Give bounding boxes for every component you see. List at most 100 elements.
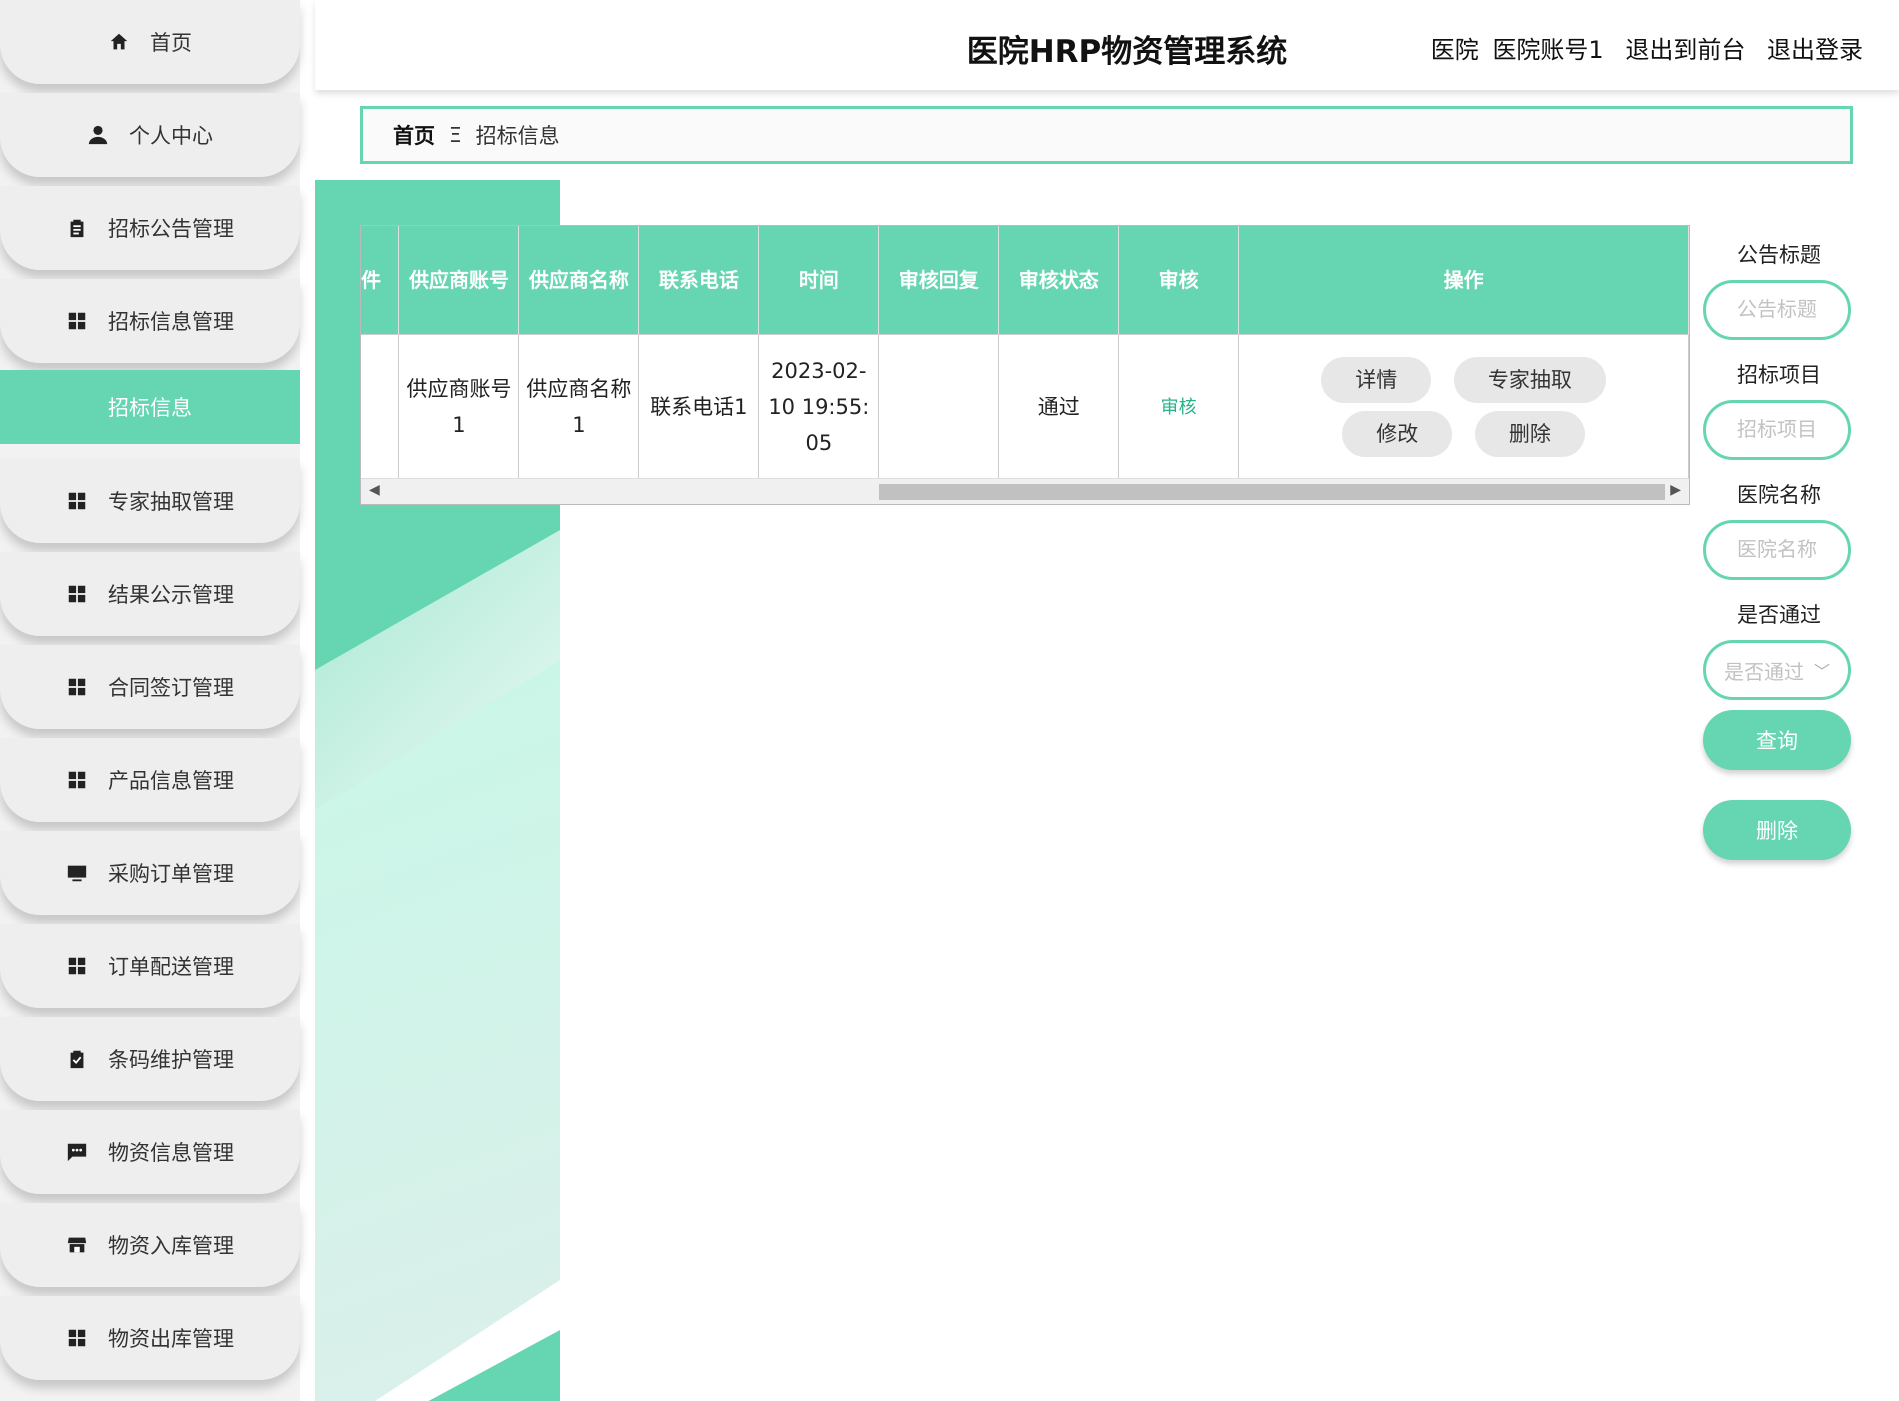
column-header: 供应商账号: [398, 226, 520, 334]
sidebar-item-label: 结果公示管理: [108, 583, 234, 607]
title-input[interactable]: [1703, 280, 1851, 340]
sidebar-item-label: 产品信息管理: [108, 769, 234, 793]
cell-phone: 联系电话1: [638, 333, 760, 479]
pass-select[interactable]: 是否通过 ﹀: [1703, 640, 1851, 700]
grid-icon: [66, 955, 88, 977]
chevron-down-icon: ﹀: [1813, 662, 1830, 681]
home-icon: [108, 31, 130, 53]
exit-to-front-link[interactable]: 退出到前台: [1625, 36, 1745, 64]
sidebar-item-label: 条码维护管理: [108, 1048, 234, 1072]
user-account: 医院账号1: [1492, 36, 1604, 64]
grid-icon: [66, 310, 88, 332]
sidebar-item-label: 物资入库管理: [108, 1234, 234, 1258]
sidebar-item-label: 招标公告管理: [108, 217, 234, 241]
sidebar-item-contract[interactable]: 合同签订管理: [0, 645, 300, 729]
title-label: 公告标题: [1737, 243, 1821, 267]
sidebar-item-profile[interactable]: 个人中心: [0, 93, 300, 177]
user-role: 医院: [1430, 36, 1479, 64]
column-header: 件: [361, 226, 400, 334]
audit-link[interactable]: 审核: [1161, 397, 1197, 418]
sidebar-item-purchase-order[interactable]: 采购订单管理: [0, 831, 300, 915]
chat-icon: [66, 1141, 88, 1163]
grid-icon: [66, 676, 88, 698]
sidebar-item-home[interactable]: 首页: [0, 0, 300, 84]
breadcrumb-separator-icon: Ξ: [449, 123, 462, 147]
pass-label: 是否通过: [1737, 603, 1821, 627]
detail-button[interactable]: 详情: [1321, 356, 1432, 403]
column-header: 操作: [1238, 226, 1689, 334]
sidebar-item-result-publicity[interactable]: 结果公示管理: [0, 552, 300, 636]
sidebar-item-label: 个人中心: [129, 124, 213, 148]
grid-icon: [66, 490, 88, 512]
breadcrumb: 首页 Ξ 招标信息: [360, 106, 1853, 164]
scroll-left-icon[interactable]: ◀: [369, 482, 380, 498]
column-header: 审核状态: [998, 226, 1120, 334]
breadcrumb-home[interactable]: 首页: [393, 120, 435, 150]
sidebar-item-material-info[interactable]: 物资信息管理: [0, 1110, 300, 1194]
user-bar: 医院 医院账号1 退出到前台 退出登录: [1417, 30, 1863, 65]
expert-draw-button[interactable]: 专家抽取: [1453, 356, 1606, 403]
grid-icon: [66, 583, 88, 605]
delete-row-button[interactable]: 删除: [1474, 410, 1585, 457]
sidebar-item-tender-info[interactable]: 招标信息: [0, 370, 300, 444]
sidebar-item-label: 订单配送管理: [108, 955, 234, 979]
table-row: 供应商账号1 供应商名称1 联系电话1 2023-02-10 19:55:05 …: [361, 333, 1689, 479]
user-icon: [87, 124, 109, 146]
sidebar-item-tender-info-mgmt[interactable]: 招标信息管理: [0, 279, 300, 363]
sidebar-item-product[interactable]: 产品信息管理: [0, 738, 300, 822]
horizontal-scrollbar[interactable]: ◀ ▶: [361, 478, 1689, 504]
breadcrumb-current: 招标信息: [475, 124, 560, 148]
sidebar-item-label: 招标信息: [108, 396, 192, 420]
edit-button[interactable]: 修改: [1342, 410, 1453, 457]
sidebar-item-label: 采购订单管理: [108, 862, 234, 886]
pass-select-value: 是否通过: [1723, 659, 1804, 684]
sidebar-item-barcode[interactable]: 条码维护管理: [0, 1017, 300, 1101]
data-table: 件 供应商账号 供应商名称 联系电话 时间 审核回复 审核状态 审核 操作 供应…: [360, 225, 1690, 505]
hospital-label: 医院名称: [1737, 483, 1821, 507]
tender-table: 件 供应商账号 供应商名称 联系电话 时间 审核回复 审核状态 审核 操作 供应…: [361, 226, 1689, 479]
cell-supplier-account: 供应商账号1: [398, 333, 520, 479]
sidebar-item-stock-out[interactable]: 物资出库管理: [0, 1296, 300, 1380]
store-icon: [66, 1234, 88, 1256]
scrollbar-thumb[interactable]: [879, 484, 1665, 500]
grid-icon: [66, 1327, 88, 1349]
column-header: 联系电话: [638, 226, 760, 334]
hospital-input[interactable]: [1703, 520, 1851, 580]
grid-icon: [66, 769, 88, 791]
query-button[interactable]: 查询: [1703, 710, 1851, 770]
sidebar-item-label: 招标信息管理: [108, 310, 234, 334]
sidebar-item-stock-in[interactable]: 物资入库管理: [0, 1203, 300, 1287]
project-input[interactable]: [1703, 400, 1851, 460]
top-header: 医院HRP物资管理系统 医院 医院账号1 退出到前台 退出登录: [315, 0, 1899, 90]
cell-reply: [878, 333, 1000, 479]
sidebar-item-label: 物资信息管理: [108, 1141, 234, 1165]
clipboard-check-icon: [66, 1048, 88, 1070]
cell-file: [361, 333, 400, 479]
sidebar-item-label: 合同签订管理: [108, 676, 234, 700]
monitor-icon: [66, 862, 88, 884]
sidebar-item-label: 物资出库管理: [108, 1327, 234, 1351]
sidebar-item-tender-notice[interactable]: 招标公告管理: [0, 186, 300, 270]
cell-status: 通过: [998, 333, 1120, 479]
table-header-row: 件 供应商账号 供应商名称 联系电话 时间 审核回复 审核状态 审核 操作: [361, 226, 1689, 334]
page-title: 医院HRP物资管理系统: [966, 34, 1288, 70]
column-header: 审核: [1118, 226, 1240, 334]
column-header: 时间: [758, 226, 880, 334]
batch-delete-button[interactable]: 删除: [1703, 800, 1851, 860]
logout-link[interactable]: 退出登录: [1767, 36, 1863, 64]
sidebar-item-label: 专家抽取管理: [108, 490, 234, 514]
sidebar-item-expert-draw[interactable]: 专家抽取管理: [0, 459, 300, 543]
clipboard-icon: [66, 217, 88, 239]
column-header: 供应商名称: [518, 226, 640, 334]
scroll-right-icon[interactable]: ▶: [1670, 482, 1681, 498]
cell-time: 2023-02-10 19:55:05: [758, 333, 880, 479]
search-panel: 公告标题 招标项目 医院名称 是否通过 是否通过 ﹀ 查询 删除: [1703, 230, 1855, 860]
column-header: 审核回复: [878, 226, 1000, 334]
sidebar-item-label: 首页: [150, 31, 192, 55]
cell-supplier-name: 供应商名称1: [518, 333, 640, 479]
cell-actions: 详情 专家抽取 修改 删除: [1238, 333, 1689, 479]
sidebar-item-delivery[interactable]: 订单配送管理: [0, 924, 300, 1008]
sidebar: 首页 个人中心 招标公告管理 招标信息管理 招标信息 专家抽取管理 结果公示管理…: [0, 0, 300, 1401]
cell-audit: 审核: [1118, 333, 1240, 479]
project-label: 招标项目: [1737, 363, 1821, 387]
